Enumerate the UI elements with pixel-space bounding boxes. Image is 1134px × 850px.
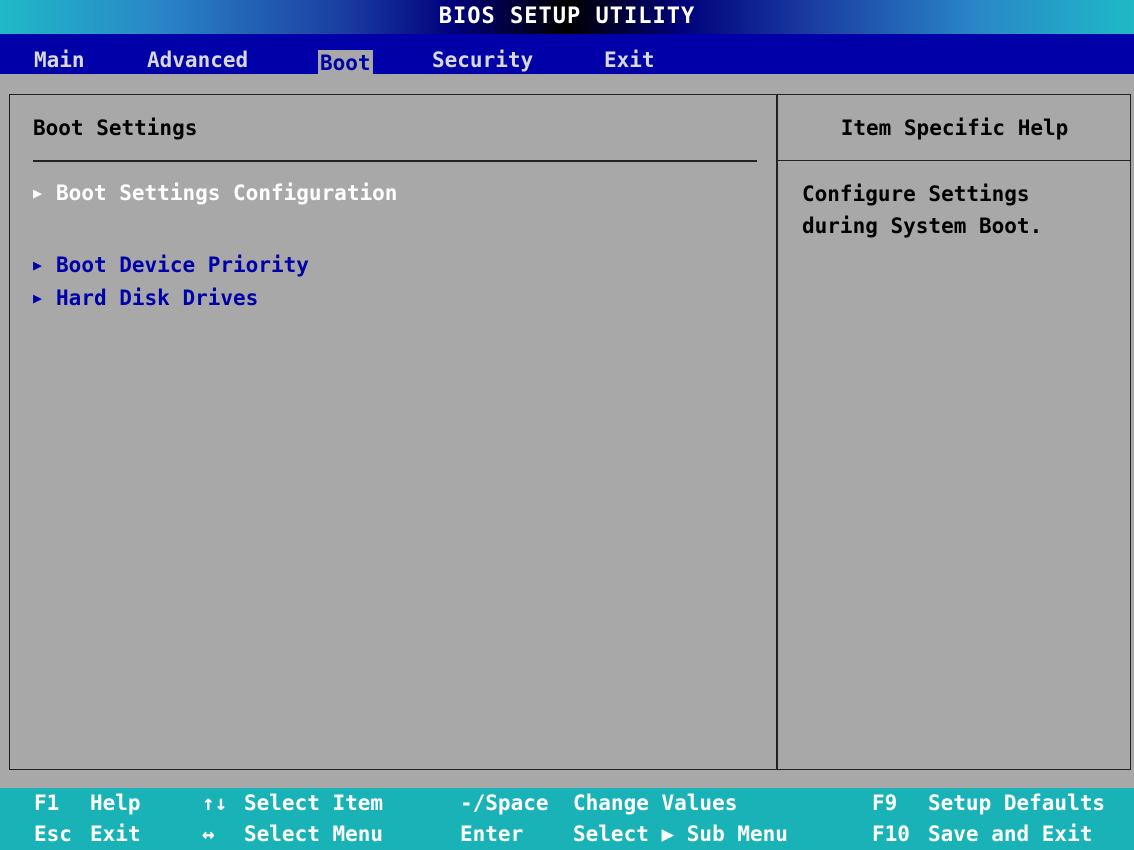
key-f10: F10 <box>872 822 910 846</box>
boot-device-priority-item[interactable]: ▶ Boot Device Priority <box>33 253 309 277</box>
key-f1-action: Help <box>90 791 141 815</box>
key-legend-footer: F1 Help ↑↓ Select Item -/Space Change Va… <box>0 788 1134 850</box>
key-left-right-action: Select Menu <box>244 822 384 846</box>
key-esc: Esc <box>34 822 72 846</box>
boot-item-label: Boot Device Priority <box>56 253 309 277</box>
key-up-down-action: Select Item <box>244 791 384 815</box>
hard-disk-drives-item[interactable]: ▶ Hard Disk Drives <box>33 286 258 310</box>
key-f10-action: Save and Exit <box>928 822 1093 846</box>
menu-security[interactable]: Security <box>430 47 535 73</box>
help-line: during System Boot. <box>802 214 1043 238</box>
help-title: Item Specific Help <box>840 116 1069 140</box>
key-f1: F1 <box>34 791 60 815</box>
submenu-arrow-icon: ▶ <box>33 256 43 274</box>
boot-item-label: Boot Settings Configuration <box>56 181 398 205</box>
key-f9-action: Setup Defaults <box>928 791 1106 815</box>
key-space: -/Space <box>460 791 549 815</box>
submenu-arrow-icon: ▶ <box>33 289 43 307</box>
boot-item-label: Hard Disk Drives <box>56 286 259 310</box>
section-title: Boot Settings <box>33 116 198 140</box>
menu-boot[interactable]: Boot <box>318 50 373 76</box>
key-esc-action: Exit <box>90 822 141 846</box>
menu-main[interactable]: Main <box>32 47 87 73</box>
help-divider <box>778 160 1131 161</box>
menu-bar: Main Advanced Boot Security Exit <box>0 34 1134 76</box>
help-text: Configure Settings during System Boot. <box>802 178 1122 242</box>
key-f9: F9 <box>872 791 898 815</box>
title-bar: BIOS SETUP UTILITY <box>0 0 1134 34</box>
help-line: Configure Settings <box>802 182 1030 206</box>
boot-settings-configuration-item[interactable]: ▶ Boot Settings Configuration <box>33 181 397 205</box>
key-enter-action: Select ▶ Sub Menu <box>573 822 788 846</box>
section-underline <box>33 160 757 162</box>
key-space-action: Change Values <box>573 791 738 815</box>
key-enter: Enter <box>460 822 524 846</box>
panel-divider <box>776 94 778 770</box>
key-left-right: ↔ <box>202 822 215 846</box>
title-text: BIOS SETUP UTILITY <box>438 4 696 29</box>
menu-advanced[interactable]: Advanced <box>145 47 250 73</box>
submenu-arrow-icon: ▶ <box>33 184 43 202</box>
key-up-down: ↑↓ <box>202 791 228 815</box>
menu-exit[interactable]: Exit <box>602 47 657 73</box>
